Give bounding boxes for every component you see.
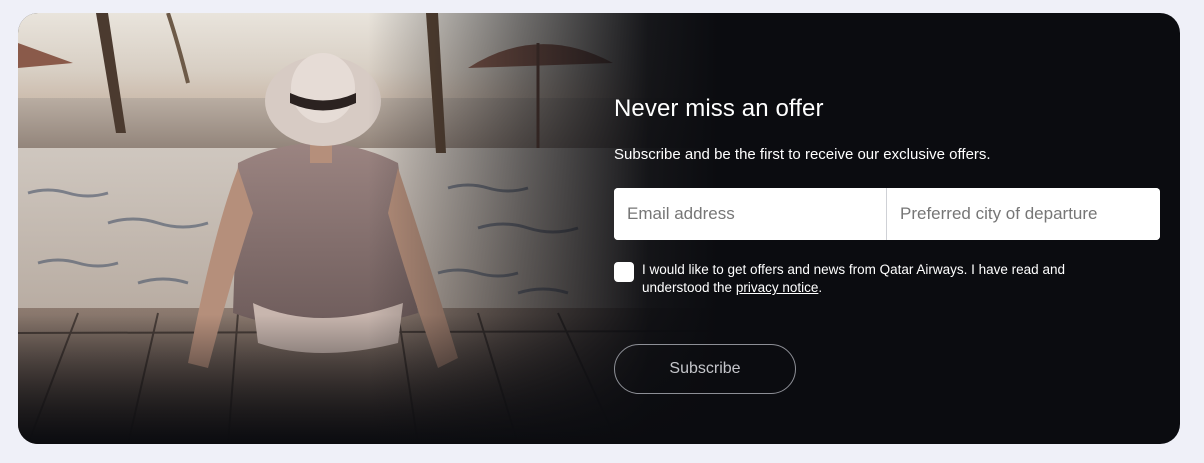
subscribe-input-group xyxy=(614,188,1160,240)
newsletter-subtitle: Subscribe and be the first to receive ou… xyxy=(614,146,991,163)
subscribe-button[interactable]: Subscribe xyxy=(614,344,796,394)
departure-city-field[interactable] xyxy=(887,188,1160,240)
photo-gradient-overlay xyxy=(18,13,718,444)
consent-prefix: I would like to get offers and news from… xyxy=(642,262,1065,295)
consent-suffix: . xyxy=(818,280,823,295)
newsletter-card: Never miss an offer Subscribe and be the… xyxy=(18,13,1180,444)
email-field[interactable] xyxy=(614,188,887,240)
consent-row: I would like to get offers and news from… xyxy=(614,261,1160,297)
privacy-notice-link[interactable]: privacy notice xyxy=(736,280,819,295)
newsletter-form: Never miss an offer Subscribe and be the… xyxy=(614,93,1160,394)
consent-text: I would like to get offers and news from… xyxy=(642,261,1102,297)
newsletter-title: Never miss an offer xyxy=(614,95,824,122)
consent-checkbox[interactable] xyxy=(614,262,634,282)
